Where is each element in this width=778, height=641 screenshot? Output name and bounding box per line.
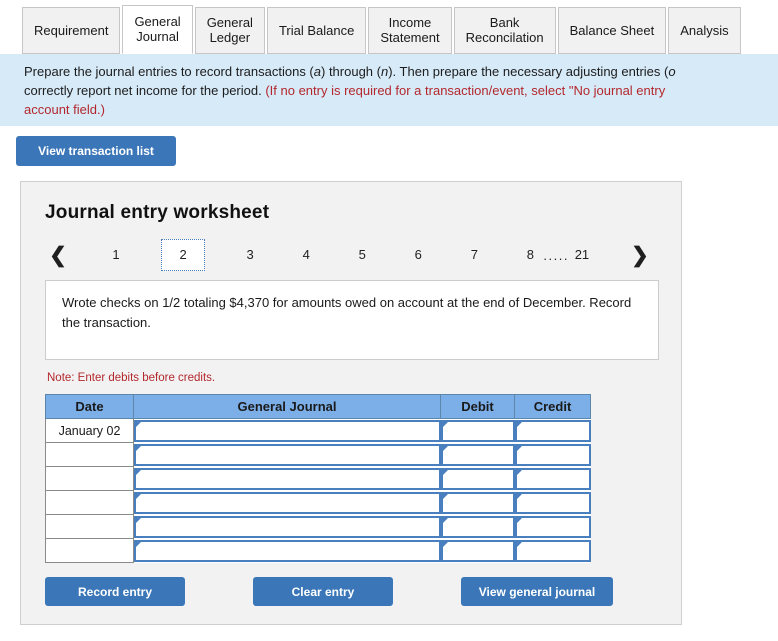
column-header-credit: Credit xyxy=(514,394,591,419)
cell-debit-4 xyxy=(440,490,515,515)
instructions-text-d: correctly report net income for the peri… xyxy=(24,83,266,98)
cell-credit-4 xyxy=(514,490,591,515)
cell-account-5 xyxy=(133,514,441,539)
cell-credit-5 xyxy=(514,514,591,539)
cell-credit-3 xyxy=(514,466,591,491)
transaction-ref-a: a xyxy=(313,64,321,79)
cell-account-1 xyxy=(133,418,441,443)
tab-general-ledger[interactable]: General Ledger xyxy=(194,7,265,54)
view-transaction-list-container: View transaction list xyxy=(0,126,778,166)
tab-bar: Requirement General Journal General Ledg… xyxy=(0,0,778,54)
table-row xyxy=(45,514,591,539)
instructions-line-3: account field.) xyxy=(24,102,105,117)
worksheet-footer: Record entry Clear entry View general jo… xyxy=(45,577,659,606)
column-header-date: Date xyxy=(45,394,134,419)
credit-input-6[interactable] xyxy=(514,539,591,562)
tab-income-statement[interactable]: Income Statement xyxy=(368,7,452,54)
page-6[interactable]: 6 xyxy=(407,241,429,269)
cell-date-6[interactable] xyxy=(45,538,134,563)
account-select-2[interactable] xyxy=(134,443,441,466)
instructions-line-2: correctly report net income for the peri… xyxy=(24,81,764,100)
debit-input-3[interactable] xyxy=(440,467,515,490)
cell-debit-1 xyxy=(440,418,515,443)
table-row: January 02 xyxy=(45,418,591,443)
tab-trial-balance[interactable]: Trial Balance xyxy=(266,7,367,54)
page-21[interactable]: 21 xyxy=(571,241,593,269)
view-transaction-list-button[interactable]: View transaction list xyxy=(16,136,176,166)
worksheet-pager: ❮ 1 2 3 4 5 6 7 8 ..... 21 ❯ xyxy=(45,238,659,272)
credit-input-2[interactable] xyxy=(514,443,591,466)
instructions-text-c: ). Then prepare the necessary adjusting … xyxy=(388,64,669,79)
tab-requirement[interactable]: Requirement xyxy=(22,7,121,54)
cell-date-4[interactable] xyxy=(45,490,134,515)
cell-debit-5 xyxy=(440,514,515,539)
table-row xyxy=(45,442,591,467)
debit-input-2[interactable] xyxy=(440,443,515,466)
record-entry-button[interactable]: Record entry xyxy=(45,577,185,606)
cell-date-5[interactable] xyxy=(45,514,134,539)
cell-account-2 xyxy=(133,442,441,467)
tab-balance-sheet[interactable]: Balance Sheet xyxy=(557,7,667,54)
tab-general-journal[interactable]: General Journal xyxy=(122,5,193,54)
account-select-6[interactable] xyxy=(134,539,441,562)
cell-date-1[interactable]: January 02 xyxy=(45,418,134,443)
cell-date-2[interactable] xyxy=(45,442,134,467)
cell-debit-3 xyxy=(440,466,515,491)
cell-debit-6 xyxy=(440,538,515,563)
column-header-debit: Debit xyxy=(440,394,515,419)
chevron-left-icon[interactable]: ❮ xyxy=(45,245,71,266)
debit-input-5[interactable] xyxy=(440,515,515,538)
page-7[interactable]: 7 xyxy=(463,241,485,269)
cell-account-3 xyxy=(133,466,441,491)
tab-bank-reconcilation[interactable]: Bank Reconcilation xyxy=(453,7,556,54)
worksheet-title: Journal entry worksheet xyxy=(45,202,270,223)
pager-ellipsis: ..... xyxy=(543,247,569,263)
page-2[interactable]: 2 xyxy=(161,239,206,271)
page-4[interactable]: 4 xyxy=(295,241,317,269)
table-row xyxy=(45,490,591,515)
journal-table-body: January 02 xyxy=(45,418,591,563)
journal-header-row: Date General Journal Debit Credit xyxy=(45,394,591,419)
credit-input-3[interactable] xyxy=(514,467,591,490)
tab-analysis[interactable]: Analysis xyxy=(668,7,741,54)
cell-debit-2 xyxy=(440,442,515,467)
account-select-5[interactable] xyxy=(134,515,441,538)
transaction-ref-o: o xyxy=(668,64,676,79)
column-header-general-journal: General Journal xyxy=(133,394,441,419)
page-8[interactable]: 8 xyxy=(519,241,541,269)
instructions-line-1: Prepare the journal entries to record tr… xyxy=(24,62,764,81)
instructions-hint-1: (If no entry is required for a transacti… xyxy=(265,83,666,98)
cell-date-3[interactable] xyxy=(45,466,134,491)
chevron-right-icon[interactable]: ❯ xyxy=(627,245,653,266)
view-general-journal-button[interactable]: View general journal xyxy=(461,577,613,606)
table-row xyxy=(45,466,591,491)
cell-account-4 xyxy=(133,490,441,515)
cell-credit-2 xyxy=(514,442,591,467)
instructions-text-a: Prepare the journal entries to record tr… xyxy=(24,64,314,79)
page-1[interactable]: 1 xyxy=(105,241,127,269)
account-select-3[interactable] xyxy=(134,467,441,490)
instructions-banner: Prepare the journal entries to record tr… xyxy=(0,54,778,126)
debit-input-1[interactable] xyxy=(440,419,515,442)
debits-before-credits-note: Note: Enter debits before credits. xyxy=(47,372,216,384)
journal-entry-worksheet-panel: Journal entry worksheet ❮ 1 2 3 4 5 6 7 … xyxy=(20,181,682,625)
clear-entry-button[interactable]: Clear entry xyxy=(253,577,393,606)
page-3[interactable]: 3 xyxy=(239,241,261,269)
cell-credit-6 xyxy=(514,538,591,563)
journal-table-head: Date General Journal Debit Credit xyxy=(45,394,591,419)
debit-input-4[interactable] xyxy=(440,491,515,514)
account-select-4[interactable] xyxy=(134,491,441,514)
credit-input-1[interactable] xyxy=(514,419,591,442)
page-5[interactable]: 5 xyxy=(351,241,373,269)
cell-account-6 xyxy=(133,538,441,563)
instructions-text-b: ) through ( xyxy=(321,64,381,79)
account-select-1[interactable] xyxy=(134,419,441,442)
transaction-description: Wrote checks on 1/2 totaling $4,370 for … xyxy=(45,280,659,360)
credit-input-4[interactable] xyxy=(514,491,591,514)
cell-credit-1 xyxy=(514,418,591,443)
table-row xyxy=(45,538,591,563)
credit-input-5[interactable] xyxy=(514,515,591,538)
debit-input-6[interactable] xyxy=(440,539,515,562)
journal-entry-table: Date General Journal Debit Credit Januar… xyxy=(45,394,591,563)
